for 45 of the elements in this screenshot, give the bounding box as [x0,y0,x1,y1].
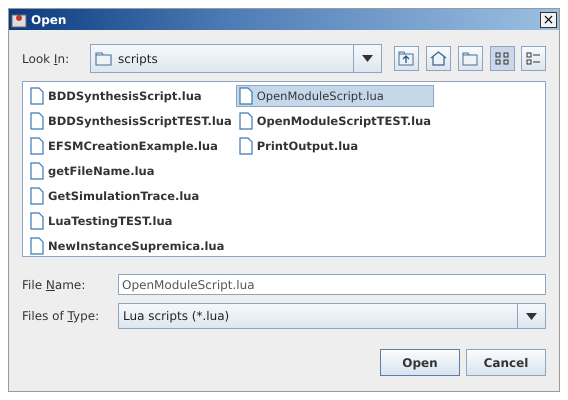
folder-name: scripts [118,52,158,66]
file-item[interactable]: PrintOutput.lua [236,135,434,157]
folder-icon [95,52,113,66]
file-icon [238,87,253,105]
list-view-icon [495,52,510,66]
window-title: Open [31,12,68,26]
file-icon [30,87,44,105]
view-toggle[interactable] [521,46,546,71]
file-icon [30,162,44,180]
file-item[interactable]: EFSMCreationExample.lua [27,135,235,157]
look-in-dropdown[interactable]: scripts [90,44,382,73]
file-icon [30,187,44,205]
cancel-button[interactable]: Cancel [466,349,546,376]
file-type-value: Lua scripts (*.lua) [123,309,230,323]
look-in-label: Look In: [22,52,70,66]
folder-icon [462,51,479,66]
file-icon [30,137,44,155]
file-name-field[interactable]: OpenModuleScript.lua [118,274,546,295]
view-toggle[interactable] [490,46,515,71]
file-item[interactable]: OpenModuleScriptTEST.lua [236,110,434,132]
file-icon [30,112,44,130]
toolbar-button[interactable] [394,46,419,71]
toolbar-button[interactable] [426,46,451,71]
file-item[interactable]: BDDSynthesisScriptTEST.lua [27,110,235,132]
file-item[interactable]: NewInstanceSupremica.lua [27,235,235,257]
home-icon [430,51,447,66]
toolbar-button[interactable] [458,46,483,71]
file-item[interactable]: getFileName.lua [27,160,235,182]
up-folder-icon [398,51,415,66]
file-item[interactable]: BDDSynthesisScript.lua [27,85,235,107]
caret-icon [362,55,373,62]
file-item[interactable]: LuaTestingTEST.lua [27,210,235,232]
close-button[interactable]: × [540,12,557,28]
file-item[interactable]: OpenModuleScript.lua [236,85,434,107]
file-icon [30,212,44,230]
file-icon [238,112,253,130]
app-icon [11,12,27,28]
details-view-icon [526,52,541,66]
file-type-dropdown[interactable]: Lua scripts (*.lua) [118,303,546,329]
caret-icon [526,312,537,320]
file-icon [238,137,253,155]
file-type-label: Files of Type: [22,309,100,323]
file-item[interactable]: GetSimulationTrace.lua [27,185,235,207]
file-name-label: File Name: [22,278,86,292]
open-button[interactable]: Open [380,349,460,376]
